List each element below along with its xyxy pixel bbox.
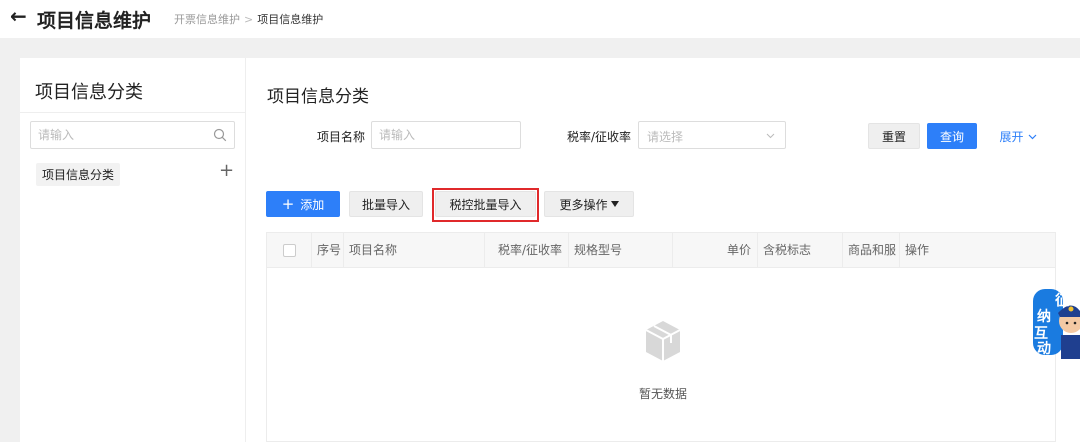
tax-rate-select[interactable]: 请选择 xyxy=(638,121,786,149)
item-name-input[interactable] xyxy=(372,122,520,148)
category-sidebar: 项目信息分类 项目信息分类 + xyxy=(20,58,246,442)
more-actions-label: 更多操作 xyxy=(559,197,608,212)
chevron-down-icon xyxy=(766,133,775,139)
mascot-char-1: 征 xyxy=(1055,292,1069,309)
mascot-icon: 征 纳 互 动 xyxy=(1033,289,1080,359)
reset-button[interactable]: 重置 xyxy=(868,123,920,149)
col-unit-price: 单价 xyxy=(673,233,758,268)
items-table: 序号 项目名称 税率/征收率 规格型号 单价 含税标志 商品和服 操作 暂无数据 xyxy=(266,232,1056,442)
sidebar-divider xyxy=(20,112,246,113)
chevron-down-icon xyxy=(1028,134,1036,139)
query-button[interactable]: 查询 xyxy=(927,123,977,149)
add-button[interactable]: + 添加 xyxy=(266,191,340,217)
top-bar: ← 项目信息维护 开票信息维护 > 项目信息维护 xyxy=(0,0,1080,38)
arrow-left-icon[interactable]: ← xyxy=(10,4,27,28)
mascot-char-2: 纳 xyxy=(1037,308,1051,325)
breadcrumb-item-parent[interactable]: 开票信息维护 xyxy=(174,13,240,26)
col-item-name: 项目名称 xyxy=(344,233,485,268)
col-spec-model: 规格型号 xyxy=(569,233,673,268)
add-category-icon[interactable]: + xyxy=(219,160,234,181)
col-goods-services: 商品和服 xyxy=(843,233,900,268)
col-tax-rate: 税率/征收率 xyxy=(485,233,569,268)
add-button-label: 添加 xyxy=(300,197,325,212)
tree-item-category[interactable]: 项目信息分类 xyxy=(36,163,121,186)
tax-rate-placeholder: 请选择 xyxy=(647,130,684,144)
empty-state-text: 暂无数据 xyxy=(638,387,687,401)
breadcrumb: 开票信息维护 > 项目信息维护 xyxy=(174,11,323,27)
batch-import-button[interactable]: 批量导入 xyxy=(349,191,423,217)
col-index: 序号 xyxy=(312,233,344,268)
tree-search-input[interactable] xyxy=(31,122,201,148)
highlight-annotation xyxy=(432,188,539,222)
expand-label: 展开 xyxy=(999,129,1024,144)
col-actions: 操作 xyxy=(905,243,930,257)
expand-toggle[interactable]: 展开 xyxy=(994,123,1042,149)
tax-rate-label: 税率/征收率 xyxy=(567,130,632,144)
item-name-field xyxy=(371,121,521,149)
sidebar-title: 项目信息分类 xyxy=(35,82,143,103)
item-name-label: 项目名称 xyxy=(317,130,366,144)
tree-search-box xyxy=(30,121,235,149)
mascot-char-4: 动 xyxy=(1037,340,1051,357)
breadcrumb-item-current: 项目信息维护 xyxy=(257,13,324,26)
more-actions-button[interactable]: 更多操作 xyxy=(544,191,634,217)
table-header: 序号 项目名称 税率/征收率 规格型号 单价 含税标志 商品和服 操作 xyxy=(267,233,1055,268)
mascot-widget[interactable]: 征 纳 互 动 xyxy=(1031,287,1080,359)
select-all-checkbox[interactable] xyxy=(283,244,296,257)
caret-down-icon xyxy=(610,201,619,207)
main-title: 项目信息分类 xyxy=(267,87,369,107)
col-tax-included: 含税标志 xyxy=(758,233,843,268)
empty-box-icon xyxy=(645,321,681,361)
search-icon[interactable] xyxy=(213,128,227,142)
mascot-char-3: 互 xyxy=(1034,326,1048,342)
select-all-cell xyxy=(267,233,312,268)
page-title: 项目信息维护 xyxy=(37,10,152,32)
plus-icon: + xyxy=(281,195,295,213)
breadcrumb-separator: > xyxy=(244,13,254,26)
main-panel: 项目信息分类 项目名称 税率/征收率 请选择 重置 查询 展开 + 添加 批量导… xyxy=(246,58,1080,442)
